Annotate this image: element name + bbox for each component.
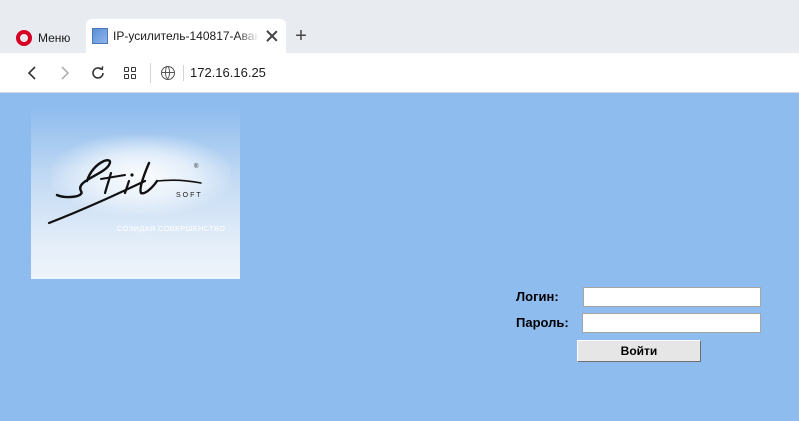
close-icon[interactable] <box>264 28 280 44</box>
forward-button[interactable] <box>55 63 75 83</box>
password-label: Пароль: <box>516 315 569 330</box>
favicon-icon <box>92 28 108 44</box>
registered-mark: ® <box>194 164 199 170</box>
new-tab-button[interactable]: + <box>292 26 310 46</box>
grid-icon <box>124 67 136 79</box>
opera-menu-button[interactable]: Меню <box>16 28 70 48</box>
globe-icon[interactable] <box>161 66 175 80</box>
browser-window: Меню IP-усилитель-140817-Авангард + <box>0 0 799 421</box>
login-input[interactable] <box>583 287 761 307</box>
address-bar[interactable]: 172.16.16.25 <box>190 65 266 81</box>
menu-label: Меню <box>38 31 71 45</box>
address-toolbar: 172.16.16.25 <box>0 53 799 93</box>
chevron-right-icon <box>61 66 70 80</box>
reload-icon <box>92 66 104 79</box>
chevron-left-icon <box>27 66 36 80</box>
stil-signature-icon <box>47 159 202 225</box>
logo-soft-label: SOFT <box>176 192 203 199</box>
speed-dial-button[interactable] <box>120 63 140 83</box>
password-input[interactable] <box>582 313 761 333</box>
tab-active[interactable]: IP-усилитель-140817-Авангард <box>86 19 286 53</box>
opera-logo-icon <box>16 30 32 46</box>
toolbar-divider <box>150 63 151 83</box>
login-label: Логин: <box>516 289 559 304</box>
logo-tagline: СОЗИДАЯ СОВЕРШЕНСТВО <box>117 224 226 233</box>
back-button[interactable] <box>22 63 42 83</box>
address-divider <box>183 65 184 81</box>
tab-title: IP-усилитель-140817-Авангард <box>113 29 259 43</box>
login-submit-button[interactable]: Войти <box>577 340 701 362</box>
page-content: ® SOFT СОЗИДАЯ СОВЕРШЕНСТВО Логин: Парол… <box>0 93 799 421</box>
stil-soft-logo: ® SOFT СОЗИДАЯ СОВЕРШЕНСТВО <box>31 107 240 279</box>
tab-strip: Меню IP-усилитель-140817-Авангард + <box>0 0 799 53</box>
reload-button[interactable] <box>88 63 108 83</box>
